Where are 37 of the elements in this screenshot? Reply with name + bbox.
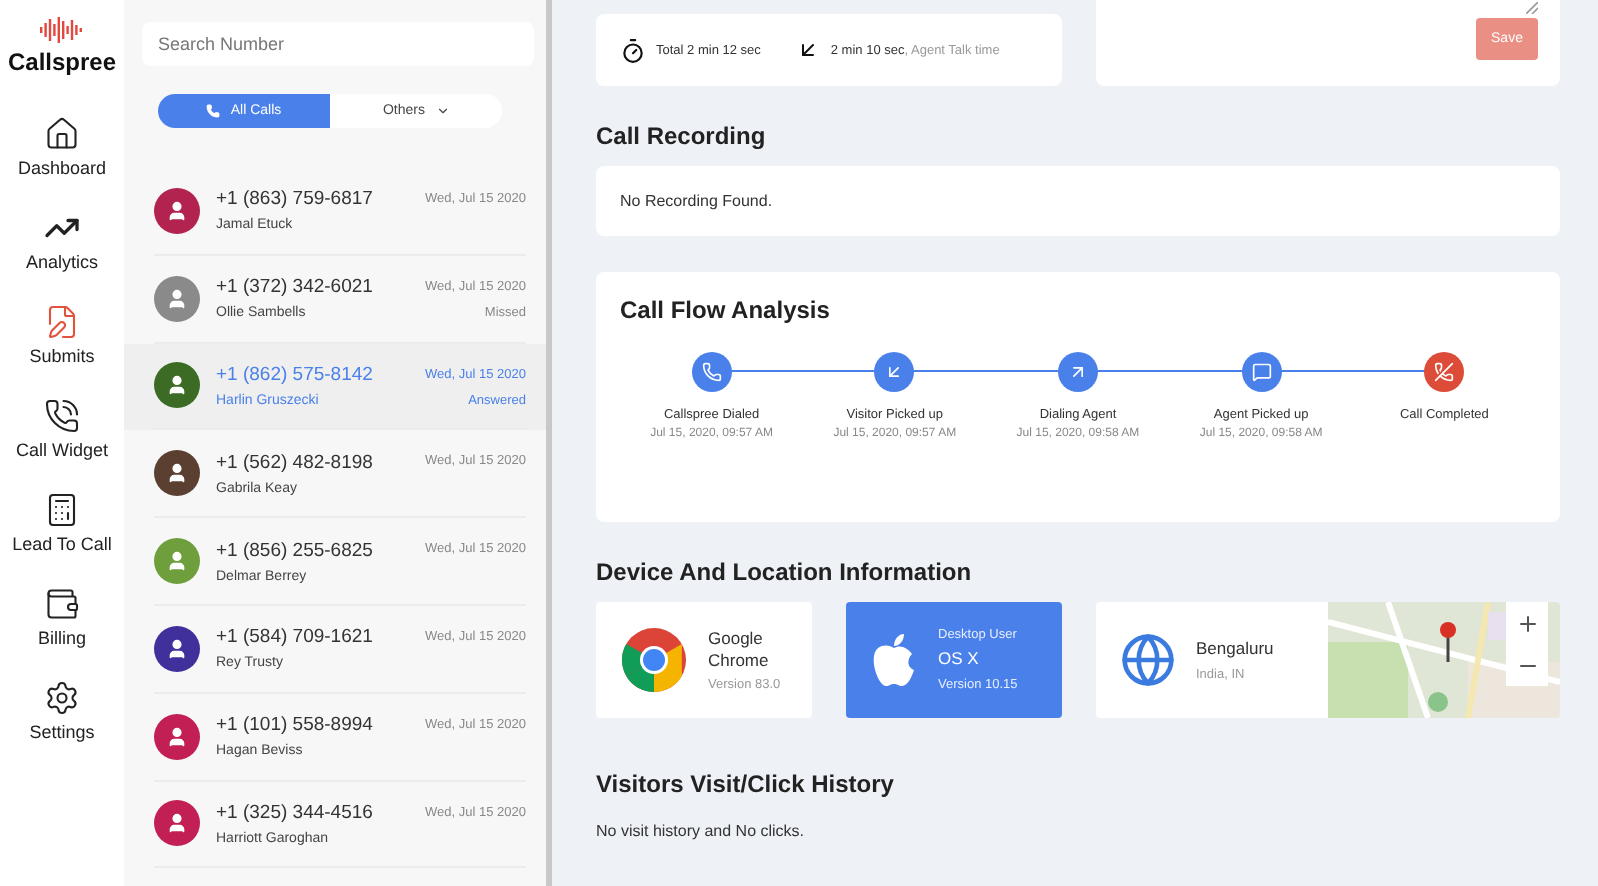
device-title: Bengaluru — [1196, 638, 1274, 662]
section-title: Device And Location Information — [596, 558, 974, 586]
nav-item[interactable]: Call Widget — [15, 398, 108, 492]
section-title: Call Recording — [596, 122, 768, 150]
device-title: OS X — [938, 648, 981, 672]
phone-icon — [43, 398, 80, 434]
nav-item[interactable]: Analytics — [25, 210, 98, 304]
nav-item[interactable]: Settings — [29, 680, 95, 774]
recording-message: No Recording Found. — [620, 192, 773, 210]
search-field[interactable]: Search Number — [142, 22, 534, 66]
browser-icon — [620, 626, 688, 694]
nav-item[interactable]: Submits — [29, 304, 95, 398]
nav-item[interactable]: Billing — [37, 586, 86, 680]
resize-handle-icon — [1526, 2, 1538, 14]
caret-icon — [435, 104, 449, 118]
settings-icon — [44, 680, 80, 716]
document-edit-icon — [43, 304, 80, 340]
section-title: Visitors Visit/Click History — [596, 770, 896, 798]
home-icon — [44, 116, 80, 152]
phone-icon — [206, 104, 221, 118]
apple-icon — [870, 632, 918, 688]
phone-icon — [701, 362, 722, 382]
nav-item[interactable]: Lead To Call — [12, 492, 112, 586]
history-message: No visit history and No clicks. — [596, 822, 807, 840]
message-icon — [1251, 362, 1272, 382]
hang-up-icon — [1434, 362, 1455, 382]
arrow-down-left-icon — [884, 362, 905, 382]
section-title: Call Flow Analysis — [620, 296, 832, 324]
globe-icon — [1120, 632, 1176, 688]
arrow-up-right-icon — [1067, 362, 1088, 382]
plus-icon — [1515, 611, 1539, 635]
waveform-icon — [40, 16, 84, 44]
nav-item[interactable]: Dashboard — [17, 116, 107, 210]
device-title: Google Chrome — [708, 627, 771, 673]
wallet-icon — [43, 586, 80, 622]
brand-name: Callspree — [7, 48, 117, 76]
timer-icon — [620, 37, 646, 63]
